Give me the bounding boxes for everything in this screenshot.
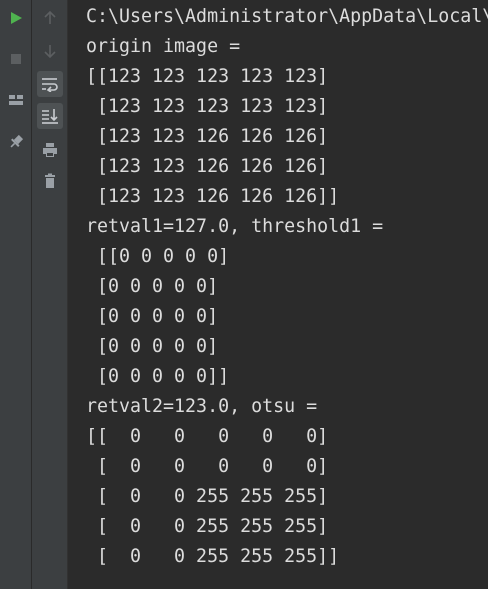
run-actions-toolbar xyxy=(0,0,32,589)
arrow-up-icon xyxy=(44,10,56,24)
pin-tab-button[interactable] xyxy=(3,129,29,155)
console-line: [0 0 0 0 0]] xyxy=(86,366,230,387)
clear-all-button[interactable] xyxy=(37,168,63,194)
console-line: [123 123 126 126 126]] xyxy=(86,186,340,207)
console-line: [ 0 0 0 0 0] xyxy=(86,456,329,477)
console-line: [123 123 126 126 126] xyxy=(86,156,329,177)
console-line: [[123 123 123 123 123] xyxy=(86,66,329,87)
scroll-to-end-icon xyxy=(42,109,58,124)
console-line: [ 0 0 255 255 255]] xyxy=(86,546,340,567)
console-line: [123 123 126 126 126] xyxy=(86,126,329,147)
console-line: retval1=127.0, threshold1 = xyxy=(86,216,384,237)
trash-icon xyxy=(45,173,55,188)
layout-icon xyxy=(9,95,23,105)
previous-occurrence-button[interactable] xyxy=(37,5,63,31)
console-output[interactable]: C:\Users\Administrator\AppData\Local\ or… xyxy=(68,0,488,589)
console-line: [[0 0 0 0 0] xyxy=(86,246,230,267)
soft-wrap-toggle[interactable] xyxy=(37,71,63,97)
print-icon xyxy=(43,143,57,157)
arrow-down-icon xyxy=(44,45,56,59)
console-line: retval2=123.0, otsu = xyxy=(86,396,318,417)
console-line: [0 0 0 0 0] xyxy=(86,336,219,357)
console-line: [ 0 0 255 255 255] xyxy=(86,486,329,507)
print-button[interactable] xyxy=(37,137,63,163)
next-occurrence-button[interactable] xyxy=(37,38,63,64)
console-line: [123 123 123 123 123] xyxy=(86,96,329,117)
rerun-button[interactable] xyxy=(3,5,29,31)
scroll-to-end-toggle[interactable] xyxy=(37,103,63,129)
console-line: [ 0 0 255 255 255] xyxy=(86,516,329,537)
stop-icon xyxy=(11,54,21,64)
soft-wrap-icon xyxy=(42,78,58,92)
restore-layout-button[interactable] xyxy=(3,87,29,113)
console-line: [0 0 0 0 0] xyxy=(86,276,219,297)
pin-icon xyxy=(10,134,24,148)
console-line: [0 0 0 0 0] xyxy=(86,306,219,327)
console-toolbar xyxy=(32,0,68,589)
console-line: [[ 0 0 0 0 0] xyxy=(86,426,329,447)
console-line: origin image = xyxy=(86,36,241,57)
console-line: C:\Users\Administrator\AppData\Local\ xyxy=(86,6,488,27)
play-icon xyxy=(11,12,22,24)
stop-button[interactable] xyxy=(3,46,29,72)
run-tool-window: C:\Users\Administrator\AppData\Local\ or… xyxy=(0,0,488,589)
